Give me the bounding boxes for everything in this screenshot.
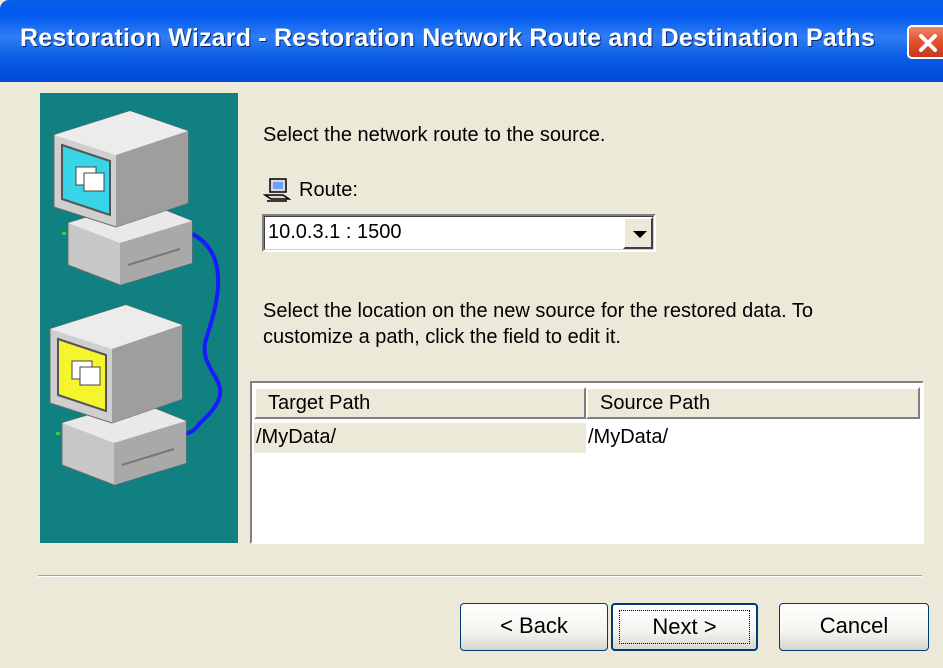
wizard-illustration-panel [40,93,238,543]
column-header-target-path[interactable]: Target Path [254,387,586,419]
route-label: Route: [299,178,358,201]
back-button[interactable]: < Back [460,603,608,651]
route-dropdown-button[interactable] [623,217,653,249]
restoration-wizard-dialog: Restoration Wizard - Restoration Network… [0,0,943,668]
focus-rectangle [619,610,750,644]
window-title: Restoration Wizard - Restoration Network… [20,24,876,52]
table-row-target-path[interactable]: /MyData/ [254,423,586,453]
title-bar[interactable]: Restoration Wizard - Restoration Network… [0,0,943,82]
route-instruction: Select the network route to the source. [263,124,606,146]
network-computers-illustration [49,110,223,486]
location-instruction-line1: Select the location on the new source fo… [263,300,813,322]
button-separator [38,575,922,577]
cancel-button[interactable]: Cancel [779,603,929,651]
location-instruction: Select the location on the new source fo… [263,298,813,350]
column-header-source-path[interactable]: Source Path [586,387,920,419]
location-instruction-line2: customize a path, click the field to edi… [263,326,621,348]
close-button[interactable] [907,25,943,59]
network-computer-icon [263,178,291,202]
route-label-row: Route: [263,175,358,205]
route-dropdown-value: 10.0.3.1 : 1500 [268,221,402,243]
next-button[interactable]: Next > [611,603,758,651]
chevron-down-icon [633,231,647,238]
route-dropdown[interactable]: 10.0.3.1 : 1500 [262,214,656,252]
close-icon [919,34,937,52]
paths-table[interactable]: Target Path Source Path /MyData/ /MyData… [250,381,924,544]
table-row-source-path[interactable]: /MyData/ [586,423,918,453]
